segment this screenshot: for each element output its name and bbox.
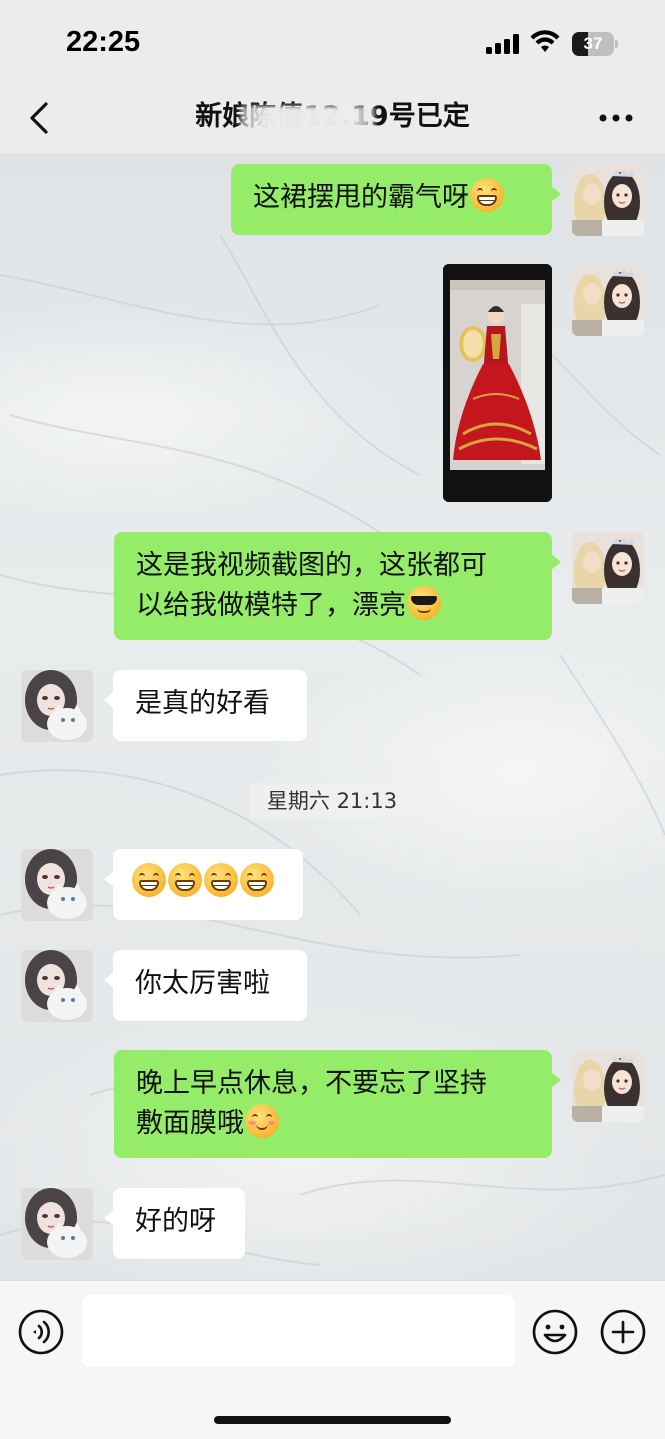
plus-icon[interactable] — [600, 1309, 646, 1355]
battery-level-text: 37 — [583, 34, 603, 53]
my-avatar[interactable] — [572, 532, 644, 604]
cellular-signal-icon — [486, 34, 519, 54]
my-avatar[interactable] — [572, 1050, 644, 1122]
message-text: 是真的好看 — [135, 688, 270, 719]
message-input[interactable] — [82, 1295, 515, 1367]
sunglasses-face-emoji-icon — [407, 586, 441, 620]
message-text-line: 以给我做模特了，漂亮 — [136, 590, 406, 621]
status-bar: 22:25 37 — [0, 0, 665, 88]
message-text-line: 敷面膜哦 — [136, 1108, 244, 1139]
chat-timestamp: 星期六 21:13 — [250, 783, 414, 819]
wifi-icon — [530, 30, 560, 52]
grinning-face-emoji-icon — [132, 863, 166, 897]
message-bubble-sent[interactable]: 这是我视频截图的，这张都可 以给我做模特了，漂亮 — [114, 532, 561, 640]
grinning-face-emoji-icon — [240, 863, 274, 897]
grinning-face-emoji-icon — [168, 863, 202, 897]
message-bubble-sent[interactable]: 这裙摆甩的霸气呀 — [231, 164, 561, 235]
image-message-wedding-dress[interactable] — [443, 264, 552, 502]
message-text-line: 这是我视频截图的，这张都可 — [136, 550, 487, 581]
contact-avatar[interactable] — [21, 950, 93, 1022]
emoji-icon[interactable] — [532, 1309, 578, 1355]
title-redaction — [240, 106, 375, 132]
message-text: 这裙摆甩的霸气呀 — [253, 182, 469, 213]
chat-header: 新娘陈倩12.19号已定 — [0, 88, 665, 155]
grinning-face-emoji-icon — [470, 178, 504, 212]
message-text: 你太厉害啦 — [135, 968, 270, 999]
input-bar — [0, 1280, 665, 1439]
my-avatar[interactable] — [572, 164, 644, 236]
message-bubble-received[interactable]: 好的呀 — [104, 1188, 245, 1259]
my-avatar[interactable] — [572, 264, 644, 336]
contact-avatar[interactable] — [21, 670, 93, 742]
smiling-face-emoji-icon — [245, 1104, 279, 1138]
message-bubble-received[interactable] — [104, 849, 303, 920]
contact-avatar[interactable] — [21, 849, 93, 921]
message-bubble-received[interactable]: 是真的好看 — [104, 670, 307, 741]
grinning-face-emoji-icon — [204, 863, 238, 897]
back-chevron-icon[interactable] — [22, 98, 58, 138]
more-dots-icon[interactable] — [596, 106, 636, 130]
battery-icon: 37 — [572, 32, 618, 56]
voice-icon[interactable] — [18, 1309, 64, 1355]
status-time: 22:25 — [66, 26, 141, 58]
home-indicator — [214, 1416, 451, 1424]
contact-avatar[interactable] — [21, 1188, 93, 1260]
message-bubble-sent[interactable]: 晚上早点休息，不要忘了坚持 敷面膜哦 — [114, 1050, 561, 1158]
message-text-line: 晚上早点休息，不要忘了坚持 — [136, 1068, 487, 1099]
message-bubble-received[interactable]: 你太厉害啦 — [104, 950, 307, 1021]
message-text: 好的呀 — [135, 1206, 216, 1237]
